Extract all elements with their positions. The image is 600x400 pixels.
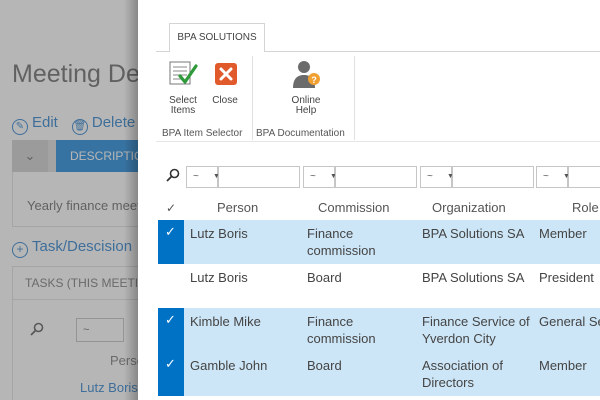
item-selector-dialog: BPA SOLUTIONS Select Items Close BPA Ite… xyxy=(138,0,600,400)
close-label: Close xyxy=(212,95,238,106)
table-row[interactable]: ✓ Gamble John Board Association of Direc… xyxy=(158,352,600,396)
role-filter-input[interactable] xyxy=(568,166,600,188)
cell-person: Lutz Boris xyxy=(190,226,248,241)
close-icon xyxy=(206,58,244,93)
close-button[interactable]: Close xyxy=(206,58,244,106)
cell-commission: Board xyxy=(307,358,342,373)
cell-person: Gamble John xyxy=(190,358,268,373)
cell-role: Member xyxy=(539,358,587,373)
role-filter-operator[interactable]: ~ ▼ xyxy=(536,166,570,188)
cell-organization: BPA Solutions SA xyxy=(422,226,525,241)
cell-organization: BPA Solutions SA xyxy=(422,270,525,285)
select-items-label: Select Items xyxy=(169,95,197,116)
cell-role: President xyxy=(539,270,594,285)
online-help-icon: ? xyxy=(286,58,326,93)
search-icon[interactable] xyxy=(166,168,180,187)
person-filter-input[interactable] xyxy=(218,166,300,188)
commission-filter-operator[interactable]: ~ ▼ xyxy=(303,166,337,188)
svg-text:?: ? xyxy=(311,75,317,85)
cell-commission: Board xyxy=(307,270,342,285)
online-help-label: Online Help xyxy=(291,95,321,116)
cell-commission: Finance commission xyxy=(307,226,376,258)
row-checkbox[interactable]: ✓ xyxy=(158,352,184,396)
select-items-icon xyxy=(164,58,202,93)
table-row[interactable]: Lutz Boris Board BPA Solutions SA Presid… xyxy=(158,264,600,308)
column-header-role[interactable]: Role xyxy=(572,200,599,215)
ribbon-group-separator xyxy=(354,56,355,140)
organization-filter-input[interactable] xyxy=(452,166,534,188)
cell-commission: Finance commission xyxy=(307,314,376,346)
check-icon: ✓ xyxy=(165,312,176,327)
organization-filter-operator[interactable]: ~ ▼ xyxy=(420,166,454,188)
group-label-documentation: BPA Documentation xyxy=(256,128,345,139)
cell-role: General Se xyxy=(539,314,600,329)
ribbon-group-separator xyxy=(252,56,253,140)
column-header-commission[interactable]: Commission xyxy=(318,200,390,215)
check-icon: ✓ xyxy=(165,224,176,239)
row-checkbox[interactable]: ✓ xyxy=(158,308,184,352)
commission-filter-input[interactable] xyxy=(335,166,417,188)
table-row[interactable]: ✓ Lutz Boris Finance commission BPA Solu… xyxy=(158,220,600,264)
cell-organization: Association of Directors xyxy=(422,358,503,390)
dialog-shadow xyxy=(124,0,138,400)
tab-bpa-solutions[interactable]: BPA SOLUTIONS xyxy=(169,23,265,52)
select-all-check[interactable]: ✓ xyxy=(166,201,176,215)
check-icon: ✓ xyxy=(165,356,176,371)
ribbon-bottom-line xyxy=(156,141,600,142)
cell-organization: Finance Service of Yverdon City xyxy=(422,314,530,346)
row-checkbox[interactable] xyxy=(158,264,184,308)
online-help-button[interactable]: ? Online Help xyxy=(286,58,326,116)
table-row[interactable]: ✓ Kimble Mike Finance commission Finance… xyxy=(158,308,600,352)
select-items-button[interactable]: Select Items xyxy=(164,58,202,116)
column-header-organization[interactable]: Organization xyxy=(432,200,506,215)
cell-person: Lutz Boris xyxy=(190,270,248,285)
ribbon: Select Items Close BPA Item Selector ? O… xyxy=(156,52,600,141)
group-label-item-selector: BPA Item Selector xyxy=(162,128,243,139)
cell-person: Kimble Mike xyxy=(190,314,261,329)
person-filter-operator[interactable]: ~ ▼ xyxy=(186,166,220,188)
column-header-person[interactable]: Person xyxy=(217,200,258,215)
cell-role: Member xyxy=(539,226,587,241)
row-checkbox[interactable]: ✓ xyxy=(158,220,184,264)
